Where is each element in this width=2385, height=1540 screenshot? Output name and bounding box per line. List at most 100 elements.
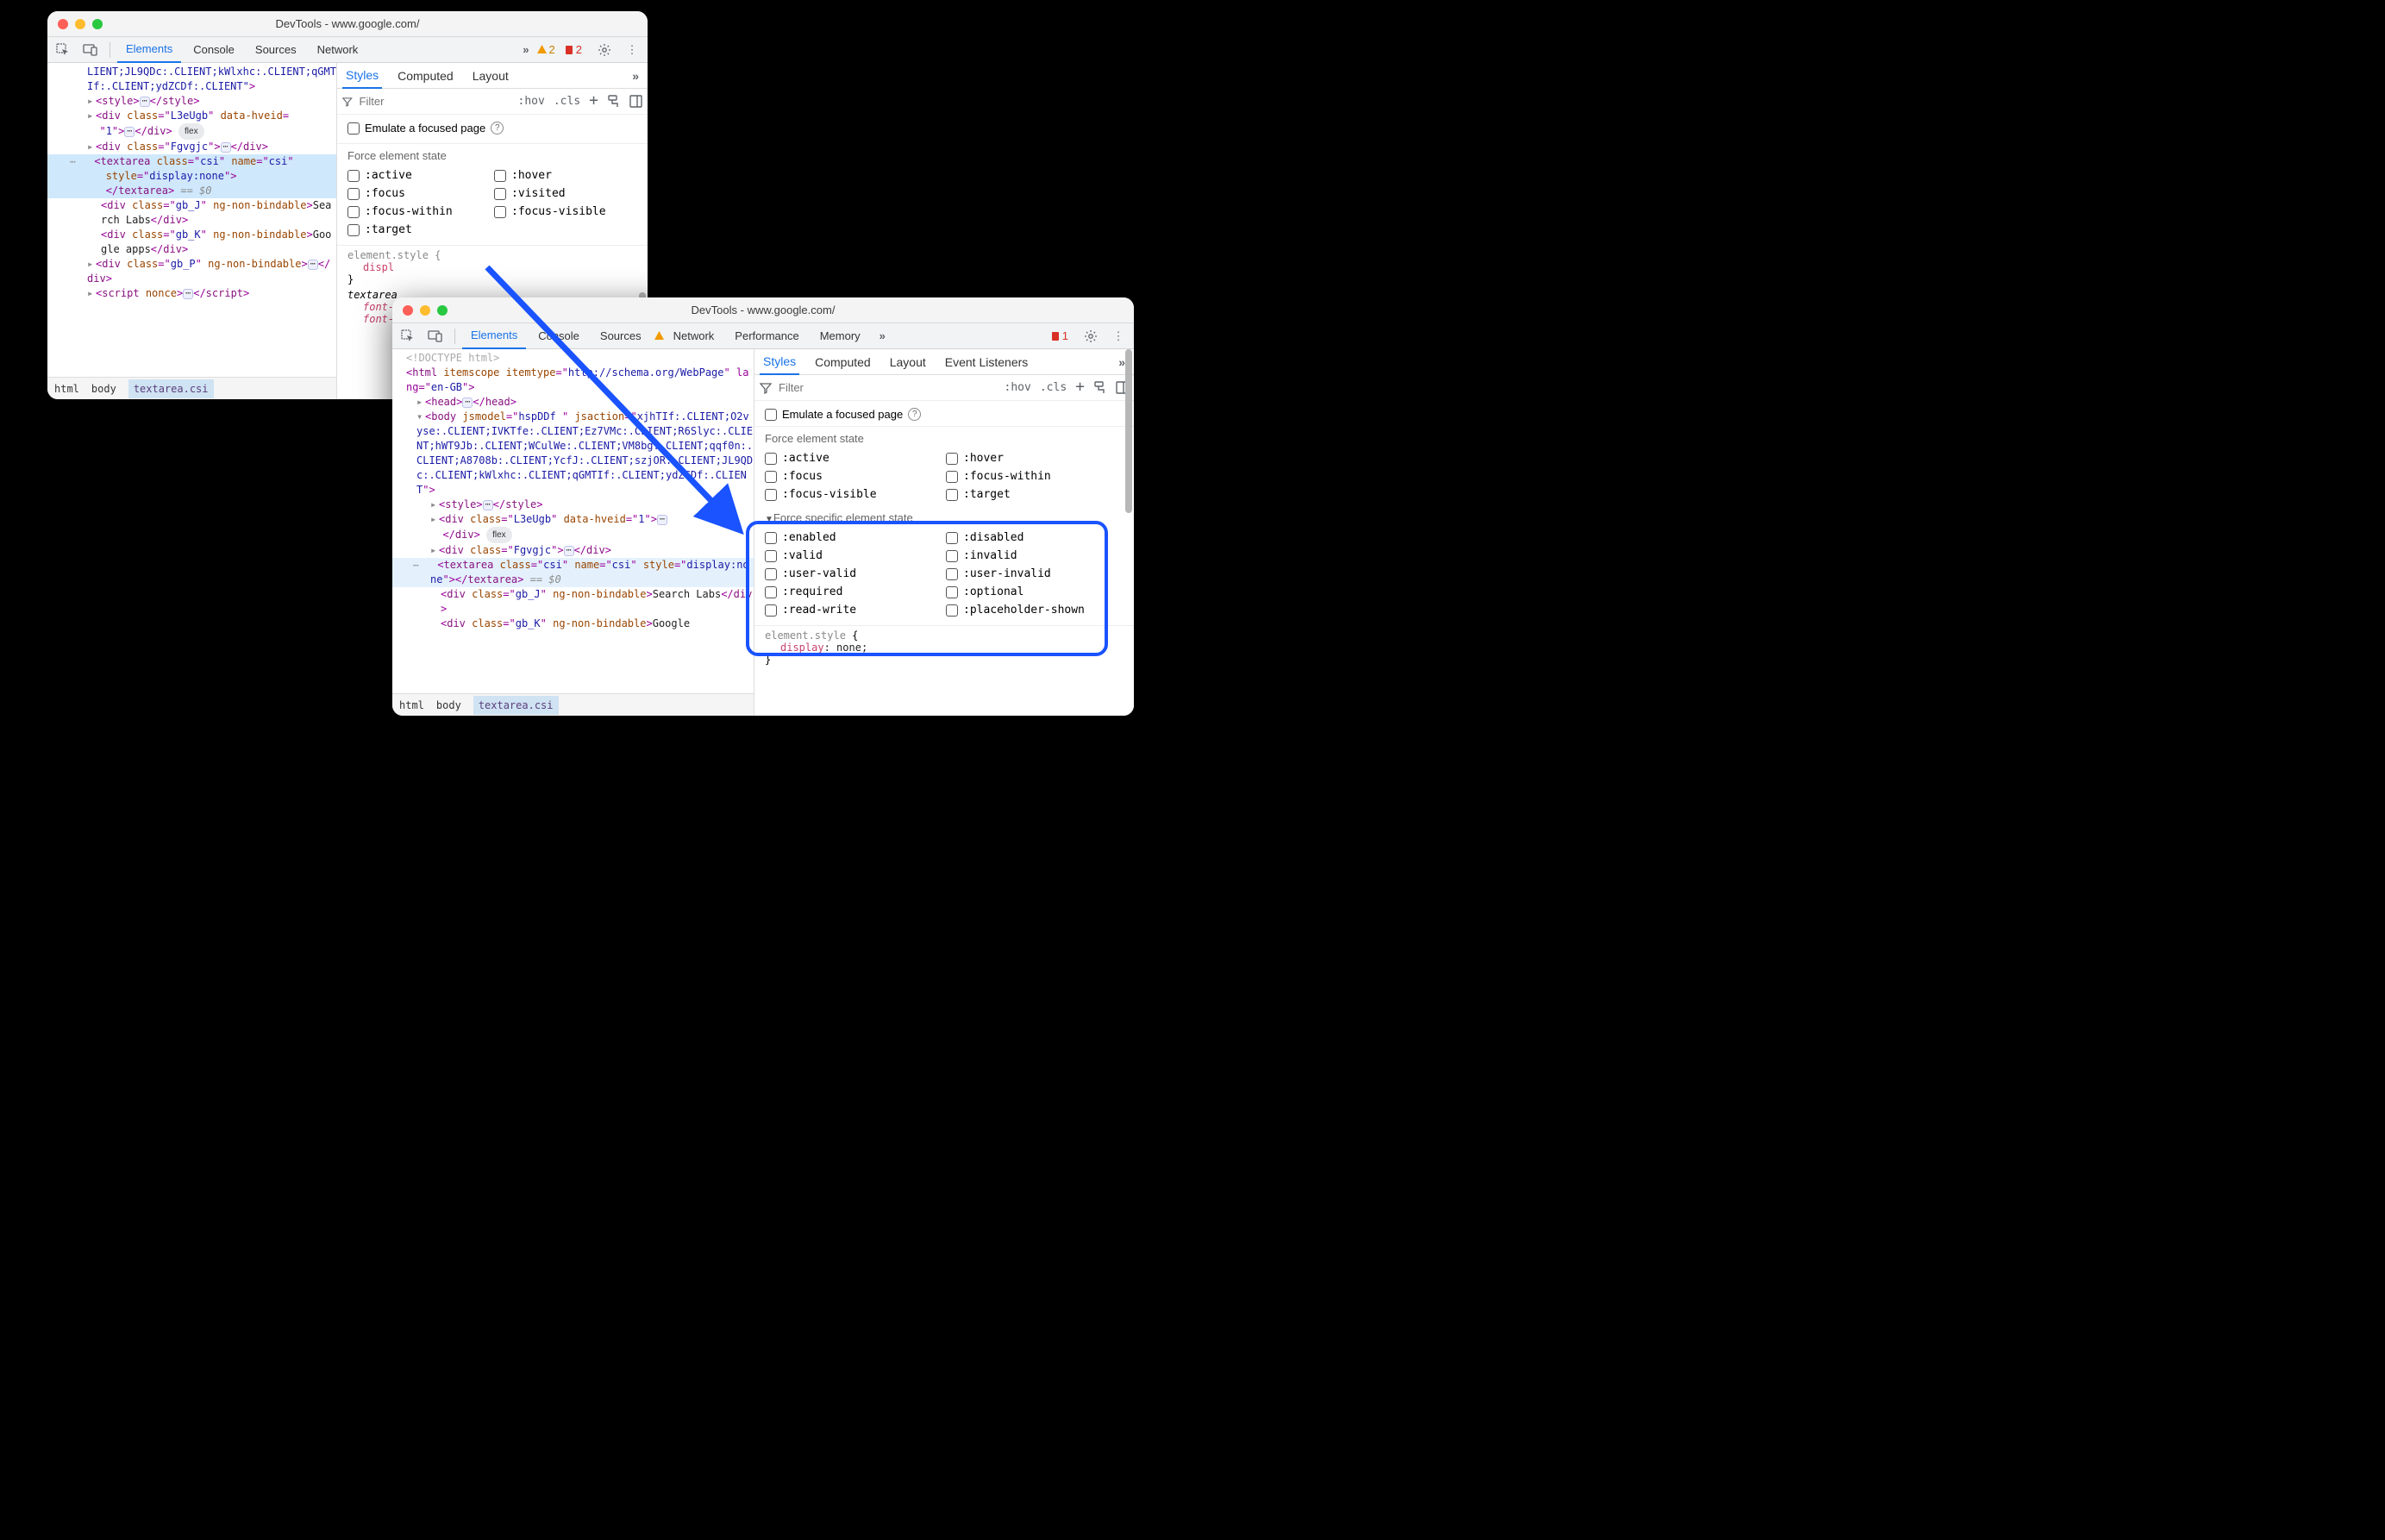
maximize-icon[interactable] <box>92 19 103 29</box>
tab-layout[interactable]: Layout <box>469 63 512 89</box>
tab-computed[interactable]: Computed <box>811 349 874 375</box>
tab-network[interactable]: Network <box>673 323 723 349</box>
flex-badge[interactable]: flex <box>486 527 512 543</box>
titlebar[interactable]: DevTools - www.google.com/ <box>47 11 648 37</box>
state-disabled[interactable]: :disabled <box>946 529 1124 546</box>
more-tabs-icon[interactable]: » <box>519 43 532 56</box>
state-invalid[interactable]: :invalid <box>946 548 1124 564</box>
panel-toggle-icon[interactable] <box>629 95 642 108</box>
state-focus[interactable]: :focus <box>765 468 942 485</box>
dom-tree[interactable]: <!DOCTYPE html> <html itemscope itemtype… <box>392 349 754 693</box>
ellipsis-icon[interactable]: ⋯ <box>183 289 193 299</box>
filter-input[interactable] <box>360 95 511 108</box>
minimize-icon[interactable] <box>75 19 85 29</box>
warnings-badge[interactable]: 2 <box>536 43 555 56</box>
emulate-focused-checkbox[interactable]: Emulate a focused page ? <box>765 406 1124 423</box>
tab-styles[interactable]: Styles <box>760 349 799 375</box>
tab-styles[interactable]: Styles <box>342 63 382 89</box>
crumb-html[interactable]: html <box>399 699 424 711</box>
new-style-icon[interactable]: + <box>589 91 598 110</box>
tab-console[interactable]: Console <box>529 323 588 349</box>
maximize-icon[interactable] <box>437 305 448 316</box>
errors-badge[interactable]: 1 <box>1050 329 1068 342</box>
tab-sources[interactable]: Sources <box>247 37 305 63</box>
ellipsis-icon[interactable]: ⋯ <box>483 500 493 510</box>
tab-performance[interactable]: Performance <box>726 323 807 349</box>
state-visited[interactable]: :visited <box>494 185 637 202</box>
ellipsis-icon[interactable]: ⋯ <box>124 127 135 137</box>
tab-memory[interactable]: Memory <box>811 323 869 349</box>
inspect-icon[interactable] <box>396 325 420 347</box>
hov-toggle[interactable]: :hov <box>518 95 545 108</box>
state-optional[interactable]: :optional <box>946 584 1124 600</box>
close-icon[interactable] <box>58 19 68 29</box>
ellipsis-icon[interactable]: ⋯ <box>221 142 231 153</box>
state-hover[interactable]: :hover <box>494 167 637 184</box>
element-style-rule[interactable]: element.style { displ } <box>337 246 648 285</box>
new-style-icon[interactable]: + <box>1075 378 1085 396</box>
tab-event-listeners[interactable]: Event Listeners <box>942 349 1032 375</box>
inspect-icon[interactable] <box>51 39 75 61</box>
crumb-textarea[interactable]: textarea.csi <box>473 696 559 715</box>
device-toggle-icon[interactable] <box>423 325 448 347</box>
state-target[interactable]: :target <box>347 222 491 238</box>
tab-elements[interactable]: Elements <box>462 323 526 349</box>
minimize-icon[interactable] <box>420 305 430 316</box>
tab-network[interactable]: Network <box>309 37 367 63</box>
state-focus-within[interactable]: :focus-within <box>347 203 491 220</box>
tab-elements[interactable]: Elements <box>117 37 181 63</box>
element-style-rule[interactable]: element.style { display: none; } <box>754 626 1134 666</box>
gear-icon[interactable] <box>592 39 617 61</box>
titlebar[interactable]: DevTools - www.google.com/ <box>392 297 1134 323</box>
state-read-write[interactable]: :read-write <box>765 602 942 618</box>
tab-console[interactable]: Console <box>185 37 243 63</box>
ellipsis-icon[interactable]: ⋯ <box>657 515 667 525</box>
crumb-textarea[interactable]: textarea.csi <box>128 379 214 398</box>
crumb-body[interactable]: body <box>436 699 461 711</box>
close-icon[interactable] <box>403 305 413 316</box>
force-specific-state-heading[interactable]: ▼Force specific element state <box>765 511 1124 524</box>
device-toggle-icon[interactable] <box>78 39 103 61</box>
ellipsis-icon[interactable]: ⋯ <box>140 97 150 107</box>
tab-layout[interactable]: Layout <box>886 349 930 375</box>
state-focus-within[interactable]: :focus-within <box>946 468 1124 485</box>
ellipsis-icon[interactable]: ⋯ <box>308 260 318 270</box>
brush-icon[interactable] <box>1093 381 1107 394</box>
errors-badge[interactable]: 2 <box>564 43 582 56</box>
kebab-menu-icon[interactable]: ⋮ <box>620 39 644 61</box>
ellipsis-icon[interactable]: ⋯ <box>462 398 473 408</box>
hov-toggle[interactable]: :hov <box>1005 381 1031 394</box>
ellipsis-icon[interactable]: ⋯ <box>564 546 574 556</box>
state-focus[interactable]: :focus <box>347 185 491 202</box>
filter-input[interactable] <box>779 381 930 394</box>
emulate-focused-checkbox[interactable]: Emulate a focused page ? <box>347 120 637 136</box>
more-tabs-icon[interactable]: » <box>876 329 889 342</box>
selected-dom-node[interactable]: ⋯ <textarea class="csi" name="csi" style… <box>392 558 754 587</box>
state-hover[interactable]: :hover <box>946 450 1124 466</box>
breadcrumb[interactable]: html body textarea.csi <box>47 377 336 399</box>
crumb-body[interactable]: body <box>91 383 116 395</box>
cls-toggle[interactable]: .cls <box>1040 381 1067 394</box>
scrollbar-thumb[interactable] <box>1125 349 1132 513</box>
dom-tree[interactable]: LIENT;JL9QDc:.CLIENT;kWlxhc:.CLIENT;qGMT… <box>47 63 336 377</box>
state-focus-visible[interactable]: :focus-visible <box>765 486 942 503</box>
state-valid[interactable]: :valid <box>765 548 942 564</box>
tab-sources[interactable]: Sources <box>592 323 650 349</box>
state-user-invalid[interactable]: :user-invalid <box>946 566 1124 582</box>
selected-dom-node[interactable]: ⋯ <textarea class="csi" name="csi" style… <box>47 154 336 198</box>
more-style-tabs-icon[interactable]: » <box>629 69 642 83</box>
state-target[interactable]: :target <box>946 486 1124 503</box>
brush-icon[interactable] <box>607 95 621 108</box>
flex-badge[interactable]: flex <box>178 123 204 140</box>
state-focus-visible[interactable]: :focus-visible <box>494 203 637 220</box>
state-user-valid[interactable]: :user-valid <box>765 566 942 582</box>
breadcrumb[interactable]: html body textarea.csi <box>392 693 754 716</box>
gear-icon[interactable] <box>1079 325 1103 347</box>
state-active[interactable]: :active <box>765 450 942 466</box>
crumb-html[interactable]: html <box>54 383 79 395</box>
state-placeholder-shown[interactable]: :placeholder-shown <box>946 602 1124 618</box>
state-enabled[interactable]: :enabled <box>765 529 942 546</box>
state-required[interactable]: :required <box>765 584 942 600</box>
help-icon[interactable]: ? <box>908 408 921 421</box>
kebab-menu-icon[interactable]: ⋮ <box>1106 325 1130 347</box>
